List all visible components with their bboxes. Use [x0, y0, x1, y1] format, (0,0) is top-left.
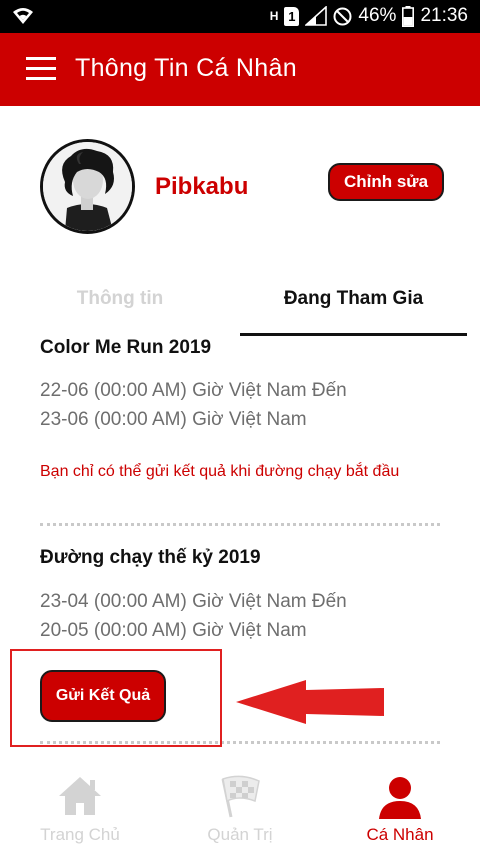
nav-home-label: Trang Chủ [40, 825, 120, 844]
annotation-highlight-box [10, 649, 222, 747]
nav-profile-label: Cá Nhân [366, 825, 434, 844]
bottom-navigation: Trang Chủ Quản Trị Cá Nhân [0, 765, 480, 853]
event-notice: Bạn chỉ có thể gửi kết quả khi đường chạ… [40, 463, 400, 480]
avatar [40, 139, 135, 234]
person-icon [379, 777, 421, 819]
edit-profile-button[interactable]: Chỉnh sửa [328, 163, 444, 201]
signal-icon [305, 6, 328, 26]
status-bar: H 1 46% 21:36 [0, 0, 480, 33]
sim-icon: 1 [284, 6, 300, 26]
event-title: Đường chạy thế kỷ 2019 [40, 547, 261, 568]
page-title: Thông Tin Cá Nhân [75, 54, 297, 82]
battery-percent: 46% [358, 5, 397, 26]
nav-home[interactable]: Trang Chủ [0, 765, 160, 853]
annotation-arrow-icon [236, 680, 384, 724]
nav-admin-label: Quản Trị [207, 825, 273, 844]
avatar-photo [43, 142, 132, 231]
menu-icon[interactable] [26, 55, 56, 83]
clock-time: 21:36 [420, 5, 468, 26]
divider [40, 523, 440, 526]
event-date-start: 23-04 (00:00 AM) Giờ Việt Nam Đến [40, 591, 347, 612]
network-type-label: H [269, 8, 279, 23]
event-title: Color Me Run 2019 [40, 337, 212, 358]
checkered-flag-icon [221, 775, 260, 818]
nav-profile[interactable]: Cá Nhân [320, 765, 480, 853]
nav-admin[interactable]: Quản Trị [160, 765, 320, 853]
do-not-disturb-icon [333, 7, 352, 25]
home-icon [59, 777, 101, 815]
status-icons: H 1 46% 21:36 [270, 5, 468, 27]
battery-icon [402, 5, 415, 27]
wifi-icon [13, 8, 33, 24]
event-date-end: 20-05 (00:00 AM) Giờ Việt Nam [40, 620, 307, 641]
event-date-start: 22-06 (00:00 AM) Giờ Việt Nam Đến [40, 380, 347, 401]
tab-bar: Thông tin Đang Tham Gia [0, 280, 480, 336]
tab-joined[interactable]: Đang Tham Gia [240, 280, 467, 336]
tab-info[interactable]: Thông tin [0, 280, 240, 336]
event-date-end: 23-06 (00:00 AM) Giờ Việt Nam [40, 409, 307, 430]
app-bar: Thông Tin Cá Nhân [0, 33, 480, 106]
username: Pibkabu [155, 173, 249, 200]
